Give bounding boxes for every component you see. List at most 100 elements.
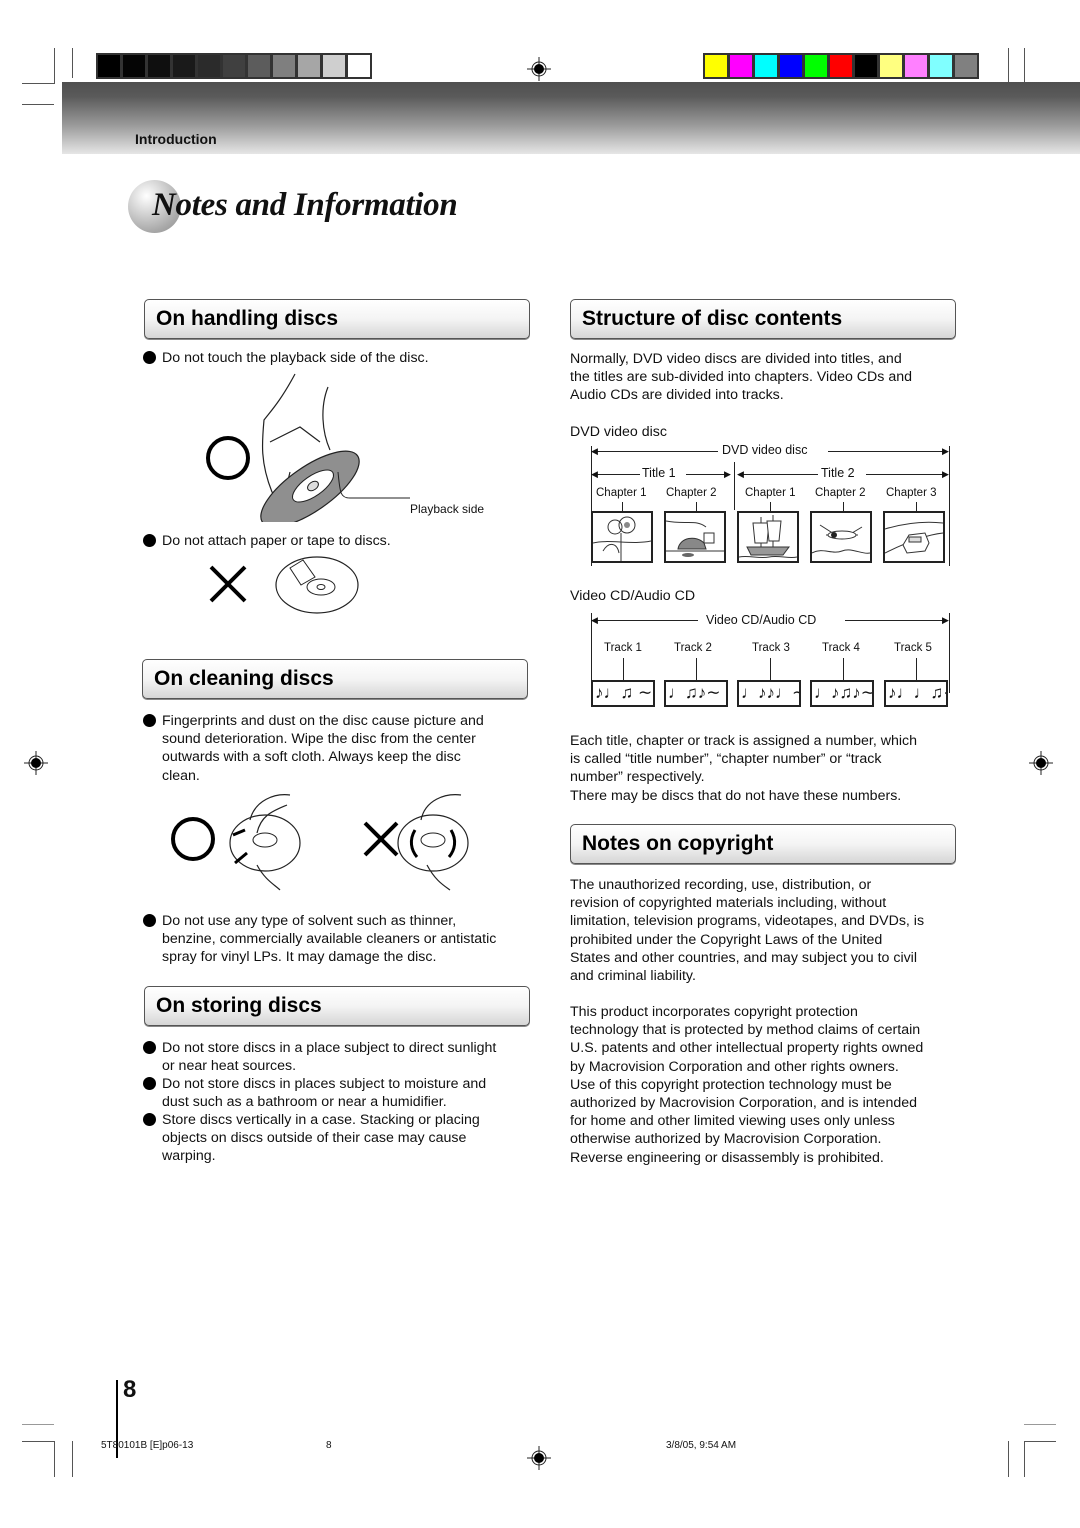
list-item: Do not touch the playback side of the di… <box>143 349 533 367</box>
print-timestamp: 3/8/05, 9:54 AM <box>666 1440 737 1451</box>
text-line: by Macrovision Corporation and other rig… <box>570 1058 899 1075</box>
text-line: U.S. patents and other intellectual prop… <box>570 1040 924 1057</box>
arrow-right-icon: ▶ <box>942 446 949 456</box>
arrow-left-icon: ◀ <box>737 469 744 479</box>
cd-caption: Video CD/Audio CD <box>570 588 696 604</box>
text-line: clean. <box>162 767 200 784</box>
text-line: or near heat sources. <box>162 1058 297 1075</box>
chapter-thumbnail-sunflowers <box>591 511 653 563</box>
text-line: Normally, DVD video discs are divided in… <box>570 351 902 367</box>
arrow-line <box>594 620 698 621</box>
color-swatch <box>830 55 852 77</box>
chapter-label: Chapter 2 <box>666 487 717 499</box>
bullet-icon <box>143 1041 156 1054</box>
track-label: Track 2 <box>674 642 712 654</box>
color-swatch <box>905 55 927 77</box>
heading-text: Notes on copyright <box>582 832 774 855</box>
arrow-line <box>845 620 945 621</box>
chapter-label: Chapter 1 <box>596 487 647 499</box>
crop-mark <box>54 48 55 84</box>
track-label: Track 4 <box>822 642 860 654</box>
track-box: ♪♩♫ ∼ <box>591 680 655 707</box>
arrow-line <box>828 451 946 452</box>
page-number: 8 <box>123 1376 137 1403</box>
text-line: sound deterioration. Wipe the disc from … <box>162 731 476 748</box>
diagram-line <box>916 658 917 680</box>
diagram-line <box>734 462 735 510</box>
registration-mark-icon <box>1029 751 1053 775</box>
text-line: States and other countries, and may subj… <box>570 949 917 966</box>
color-swatch <box>755 55 777 77</box>
dvd-caption: DVD video disc <box>570 424 667 440</box>
copyright-paragraph-1: The unauthorized recording, use, distrib… <box>570 876 970 985</box>
bullet-text: Do not store discs in places subject to … <box>162 1075 538 1111</box>
cd-span-label: Video CD/Audio CD <box>706 613 817 627</box>
disc-cleaning-illustration <box>171 794 469 891</box>
list-item: Store discs vertically in a case. Stacki… <box>143 1111 538 1166</box>
section-heading-storing: On storing discs <box>144 986 530 1026</box>
bullet-text: Fingerprints and dust on the disc cause … <box>162 712 533 785</box>
color-swatch <box>705 55 727 77</box>
crop-mark <box>22 83 54 84</box>
section-label: Introduction <box>135 131 217 147</box>
ok-circle-icon <box>171 817 215 861</box>
arrow-line <box>594 451 718 452</box>
color-swatch <box>930 55 952 77</box>
numbering-paragraph: Each title, chapter or track is assigned… <box>570 732 970 805</box>
bullet-text: Store discs vertically in a case. Stacki… <box>162 1111 538 1166</box>
bullet-icon <box>143 351 156 364</box>
text-line: Reverse engineering or disassembly is pr… <box>570 1149 884 1166</box>
text-line: outwards with a soft cloth. Always keep … <box>162 749 461 766</box>
section-heading-handling: On handling discs <box>144 299 530 339</box>
chapter-label: Chapter 2 <box>815 487 866 499</box>
chapter-thumbnail-cat <box>664 511 726 563</box>
diagram-line <box>623 658 624 680</box>
arrow-right-icon: ▶ <box>724 469 731 479</box>
track-box: ♩♪♪♩∼ <box>737 680 801 707</box>
track-box: ♩♫♪∼ <box>664 680 728 707</box>
chapter-label: Chapter 3 <box>886 487 937 499</box>
diagram-line <box>949 613 950 693</box>
heading-text: On cleaning discs <box>154 667 334 690</box>
bullet-text: Do not touch the playback side of the di… <box>162 350 429 366</box>
registration-mark-icon <box>527 1446 551 1470</box>
text-line: Store discs vertically in a case. Stacki… <box>162 1112 480 1128</box>
section-heading-structure: Structure of disc contents <box>570 299 956 339</box>
arrow-left-icon: ◀ <box>591 615 598 625</box>
text-line: authorized by Macrovision Corporation, a… <box>570 1095 918 1112</box>
section-heading-cleaning: On cleaning discs <box>142 659 528 699</box>
track-label: Track 5 <box>894 642 932 654</box>
heading-text: On handling discs <box>156 307 339 330</box>
list-item: Do not attach paper or tape to discs. <box>143 532 533 550</box>
registration-mark-icon <box>527 57 551 81</box>
text-line: Use of this copyright protection technol… <box>570 1076 892 1093</box>
crop-mark <box>54 1441 55 1477</box>
text-line: Do not store discs in a place subject to… <box>162 1040 497 1056</box>
chapter-thumbnail-airplane <box>810 511 872 563</box>
color-swatch <box>298 55 320 77</box>
diagram-line <box>696 658 697 680</box>
text-line: for home and other limited viewing uses … <box>570 1113 895 1130</box>
crop-mark <box>22 1424 54 1425</box>
title-label: Title 2 <box>821 466 855 480</box>
list-item: Do not use any type of solvent such as t… <box>143 912 533 967</box>
text-line: revision of copyrighted materials includ… <box>570 895 887 912</box>
track-box: ♪♩♩♫∼ <box>884 680 948 707</box>
color-swatch <box>173 55 195 77</box>
diagram-line <box>843 658 844 680</box>
color-swatch <box>855 55 877 77</box>
text-line: limitation, television programs, videota… <box>570 913 925 930</box>
registration-mark-icon <box>24 751 48 775</box>
track-label: Track 1 <box>604 642 642 654</box>
arrow-line <box>866 474 946 475</box>
text-line: Audio CDs are divided into tracks. <box>570 387 784 404</box>
disc-with-tape-illustration <box>209 556 359 614</box>
chapter-thumbnail-car <box>883 511 945 563</box>
color-swatch <box>148 55 170 77</box>
arrow-line <box>594 474 640 475</box>
copyright-paragraph-2: This product incorporates copyright prot… <box>570 1003 970 1167</box>
text-line: objects on discs outside of their case m… <box>162 1130 467 1147</box>
color-swatch <box>198 55 220 77</box>
crop-mark <box>22 1441 54 1442</box>
list-item: Do not store discs in places subject to … <box>143 1075 538 1111</box>
